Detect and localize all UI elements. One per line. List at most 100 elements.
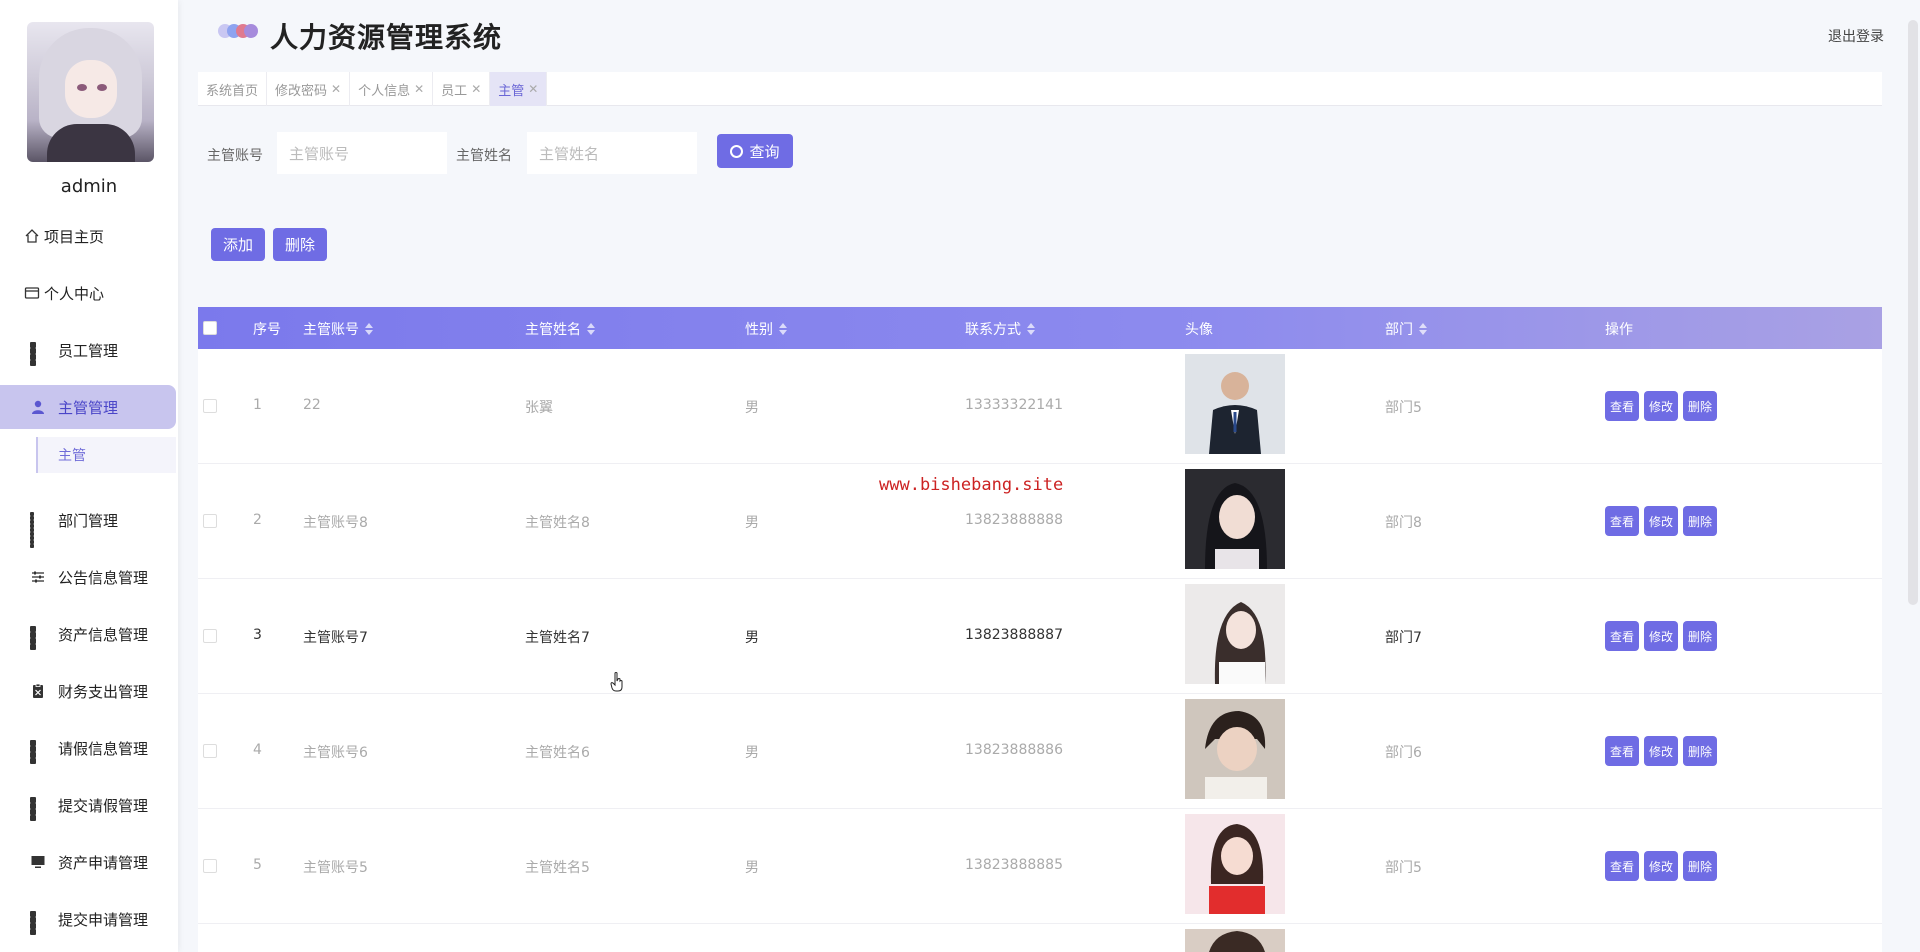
close-icon[interactable]: ✕ bbox=[414, 82, 424, 96]
account-search-label: 主管账号 bbox=[207, 148, 263, 164]
delete-button[interactable]: 删除 bbox=[1683, 736, 1717, 766]
grid-icon bbox=[30, 797, 46, 821]
cell-index: 2 bbox=[253, 512, 262, 528]
avatar bbox=[1185, 814, 1285, 914]
avatar bbox=[1185, 469, 1285, 569]
user-avatar bbox=[27, 22, 154, 162]
sidebar-item-employee[interactable]: 员工管理 bbox=[0, 328, 178, 372]
cell-phone: 13823888888 bbox=[965, 512, 1063, 528]
tab-personal-info[interactable]: 个人信息 ✕ bbox=[350, 72, 434, 106]
sidebar-item-label: 员工管理 bbox=[58, 341, 119, 360]
table-row: 5 主管账号5 主管姓名5 男 13823888885 部门5 查看 修改 删除 bbox=[198, 809, 1882, 924]
hand-cursor-icon bbox=[610, 672, 623, 692]
column-department[interactable]: 部门 bbox=[1385, 319, 1427, 339]
close-icon[interactable]: ✕ bbox=[471, 82, 481, 96]
row-checkbox[interactable] bbox=[203, 399, 217, 413]
row-checkbox[interactable] bbox=[203, 514, 217, 528]
cell-account: 主管账号6 bbox=[303, 745, 368, 761]
sidebar-item-finance[interactable]: 财务支出管理 bbox=[0, 669, 178, 713]
cell-account: 22 bbox=[303, 397, 321, 413]
sort-icon[interactable] bbox=[1027, 323, 1035, 335]
sidebar-item-supervisor[interactable]: 主管管理 bbox=[0, 385, 176, 429]
sort-icon[interactable] bbox=[1419, 323, 1427, 335]
sidebar-item-label: 财务支出管理 bbox=[58, 682, 149, 701]
cell-department: 部门6 bbox=[1385, 745, 1422, 761]
tab-home[interactable]: 系统首页 bbox=[198, 72, 268, 106]
tab-label: 修改密码 bbox=[275, 83, 328, 99]
sidebar-item-asset-apply[interactable]: 资产申请管理 bbox=[0, 840, 178, 884]
column-phone[interactable]: 联系方式 bbox=[965, 319, 1035, 339]
view-button[interactable]: 查看 bbox=[1605, 506, 1639, 536]
delete-button[interactable]: 删除 bbox=[1683, 391, 1717, 421]
sort-icon[interactable] bbox=[587, 323, 595, 335]
sidebar-item-label: 提交请假管理 bbox=[58, 796, 149, 815]
edit-button[interactable]: 修改 bbox=[1644, 851, 1678, 881]
sidebar: admin 项目主页 个人中心 员工管理 主管管理 主管 部门管理 公告信息管理… bbox=[0, 0, 178, 952]
edit-button[interactable]: 修改 bbox=[1644, 506, 1678, 536]
sidebar-item-department[interactable]: 部门管理 bbox=[0, 498, 178, 548]
edit-button[interactable]: 修改 bbox=[1644, 621, 1678, 651]
cell-name: 主管姓名8 bbox=[525, 515, 590, 531]
account-search-input[interactable]: 主管账号 bbox=[277, 132, 447, 174]
sidebar-item-personal-center[interactable]: 个人中心 bbox=[0, 271, 178, 315]
column-avatar: 头像 bbox=[1185, 322, 1213, 338]
view-button[interactable]: 查看 bbox=[1605, 391, 1639, 421]
close-icon[interactable]: ✕ bbox=[331, 82, 341, 96]
sidebar-item-submit-leave[interactable]: 提交请假管理 bbox=[0, 783, 178, 827]
logo-icon bbox=[218, 24, 258, 40]
name-search-input[interactable]: 主管姓名 bbox=[527, 132, 697, 174]
cell-name: 张翼 bbox=[525, 400, 553, 416]
search-button[interactable]: 查询 bbox=[717, 134, 793, 168]
page-scrollbar[interactable] bbox=[1908, 20, 1918, 605]
sidebar-item-label: 项目主页 bbox=[44, 227, 105, 246]
grid-icon bbox=[30, 626, 46, 650]
tab-supervisor[interactable]: 主管 ✕ bbox=[490, 72, 548, 106]
add-button[interactable]: 添加 bbox=[211, 228, 265, 261]
row-checkbox[interactable] bbox=[203, 859, 217, 873]
cell-gender: 男 bbox=[745, 630, 759, 646]
cell-department: 部门8 bbox=[1385, 515, 1422, 531]
sidebar-item-submit-apply[interactable]: 提交申请管理 bbox=[0, 897, 178, 941]
grid-icon bbox=[30, 512, 46, 548]
cell-account: 主管账号5 bbox=[303, 860, 368, 876]
row-checkbox[interactable] bbox=[203, 629, 217, 643]
username: admin bbox=[60, 176, 118, 197]
search-button-label: 查询 bbox=[749, 142, 780, 161]
tab-employee[interactable]: 员工 ✕ bbox=[433, 72, 491, 106]
select-all-checkbox[interactable] bbox=[203, 321, 217, 335]
sidebar-item-label: 主管管理 bbox=[58, 398, 119, 417]
home-icon bbox=[25, 229, 39, 243]
close-icon[interactable]: ✕ bbox=[528, 82, 538, 96]
edit-button[interactable]: 修改 bbox=[1644, 391, 1678, 421]
watermark: www.bishebang.site bbox=[879, 475, 1064, 495]
avatar bbox=[1185, 929, 1285, 952]
column-name[interactable]: 主管姓名 bbox=[525, 319, 595, 339]
delete-button[interactable]: 删除 bbox=[1683, 851, 1717, 881]
sidebar-item-asset-info[interactable]: 资产信息管理 bbox=[0, 612, 178, 656]
sort-icon[interactable] bbox=[779, 323, 787, 335]
row-checkbox[interactable] bbox=[203, 744, 217, 758]
delete-button[interactable]: 删除 bbox=[1683, 621, 1717, 651]
column-account[interactable]: 主管账号 bbox=[303, 319, 373, 339]
sidebar-subitem-supervisor[interactable]: 主管 bbox=[36, 437, 176, 473]
cell-index: 4 bbox=[253, 742, 262, 758]
edit-button[interactable]: 修改 bbox=[1644, 736, 1678, 766]
sort-icon[interactable] bbox=[365, 323, 373, 335]
app-title: 人力资源管理系统 bbox=[270, 21, 503, 54]
batch-delete-button[interactable]: 删除 bbox=[273, 228, 327, 261]
cell-name: 主管姓名6 bbox=[525, 745, 590, 761]
tab-change-password[interactable]: 修改密码 ✕ bbox=[267, 72, 351, 106]
sidebar-item-leave-info[interactable]: 请假信息管理 bbox=[0, 726, 178, 770]
cell-phone: 13333322141 bbox=[965, 397, 1063, 413]
sidebar-item-announcement[interactable]: 公告信息管理 bbox=[0, 555, 178, 599]
view-button[interactable]: 查看 bbox=[1605, 621, 1639, 651]
sidebar-item-home[interactable]: 项目主页 bbox=[0, 214, 178, 258]
sliders-icon bbox=[32, 571, 44, 583]
view-button[interactable]: 查看 bbox=[1605, 736, 1639, 766]
column-gender[interactable]: 性别 bbox=[745, 319, 787, 339]
delete-button[interactable]: 删除 bbox=[1683, 506, 1717, 536]
column-actions: 操作 bbox=[1605, 322, 1633, 338]
name-search-label: 主管姓名 bbox=[456, 148, 512, 164]
logout-link[interactable]: 退出登录 bbox=[1828, 26, 1884, 46]
view-button[interactable]: 查看 bbox=[1605, 851, 1639, 881]
